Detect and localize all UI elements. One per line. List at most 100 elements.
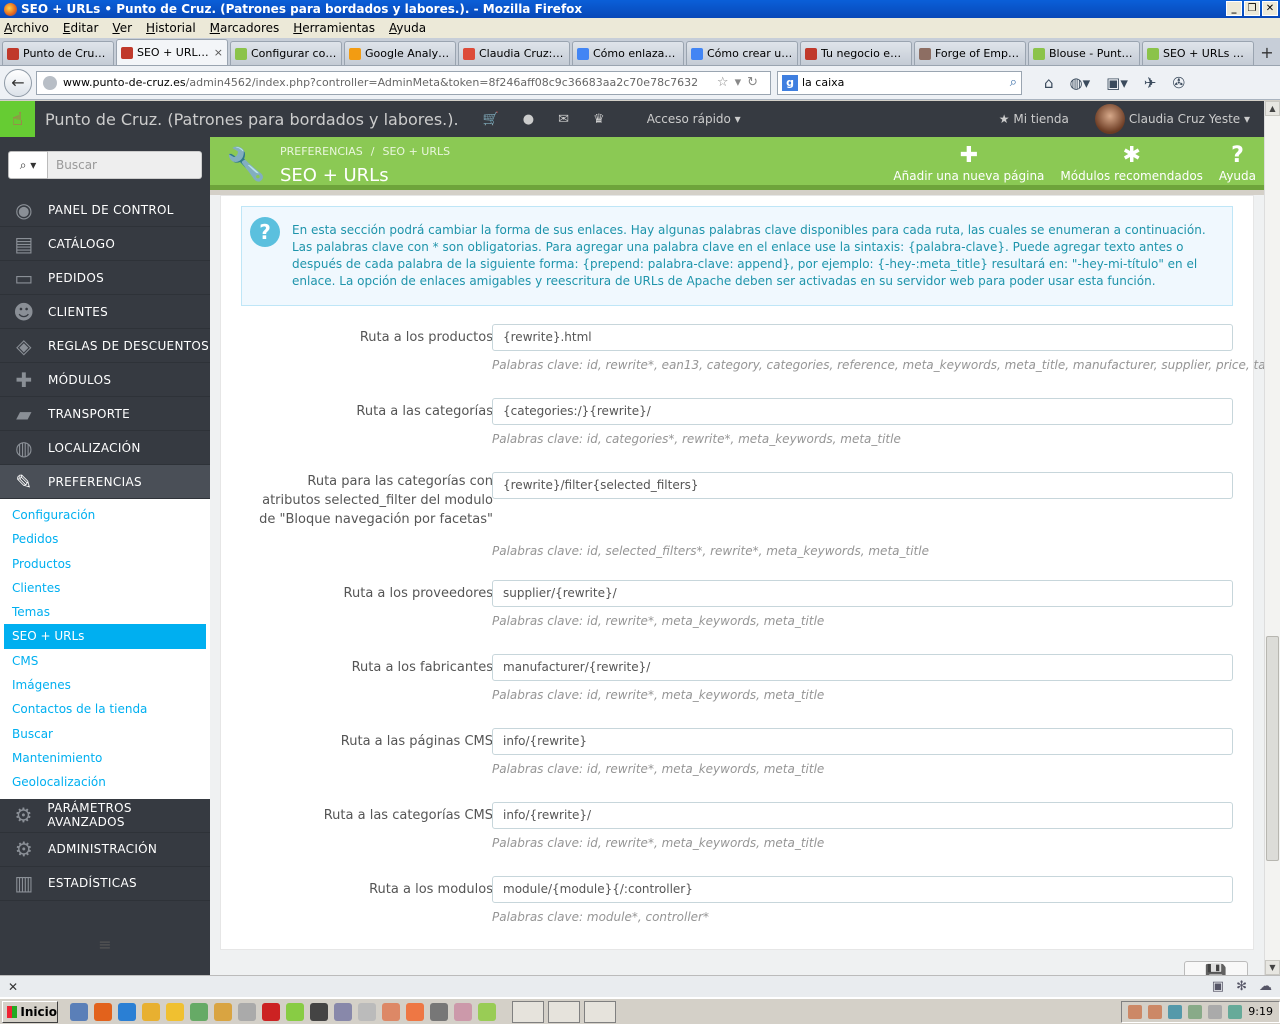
close-tab-icon[interactable]: ×: [214, 46, 223, 59]
sidebar-item[interactable]: ✚ MÓDULOS: [0, 363, 210, 397]
task-app[interactable]: [584, 1000, 616, 1023]
back-button[interactable]: ←: [4, 68, 32, 97]
page-scrollbar[interactable]: ▲ ▼: [1264, 101, 1280, 975]
sidebar-item[interactable]: ✎ PREFERENCIAS: [0, 465, 210, 499]
sidebar-item[interactable]: ⚙ PARÁMETROS AVANZADOS: [0, 799, 210, 833]
app-icon[interactable]: [190, 1002, 208, 1021]
tray-icon-2[interactable]: [1148, 1004, 1163, 1019]
avatar[interactable]: [1094, 104, 1125, 134]
submenu-item[interactable]: Productos: [4, 552, 206, 576]
submenu-item[interactable]: Clientes: [4, 576, 206, 600]
sidebar-item[interactable]: ▰ TRANSPORTE: [0, 397, 210, 431]
submenu-item[interactable]: Imágenes: [4, 673, 206, 697]
screen-icon[interactable]: ▣: [1212, 979, 1224, 994]
submenu-item[interactable]: Configuración: [4, 503, 206, 527]
submenu-item[interactable]: Mantenimiento: [4, 746, 206, 770]
cloud-icon[interactable]: ☁: [1259, 979, 1272, 994]
scroll-up-arrow-icon[interactable]: ▲: [1265, 101, 1280, 116]
sidebar-search-input[interactable]: Buscar: [48, 151, 202, 179]
trophy-icon[interactable]: ♛: [593, 112, 605, 127]
breadcrumb-preferences[interactable]: PREFERENCIAS: [280, 145, 363, 158]
sidebar-item[interactable]: ⚙ ADMINISTRACIÓN: [0, 833, 210, 867]
quick-access-dropdown[interactable]: Acceso rápido ▾: [647, 112, 741, 126]
maximize-button[interactable]: ❐: [1244, 1, 1260, 16]
menu-herramientas[interactable]: Herramientas: [293, 21, 375, 35]
xampp-icon[interactable]: [406, 1002, 424, 1021]
recommended-modules-button[interactable]: ✱ Módulos recomendados: [1052, 143, 1211, 183]
task-download[interactable]: [548, 1000, 580, 1023]
firefox-launch-icon[interactable]: [94, 1002, 112, 1021]
route-input[interactable]: info/{rewrite}/: [492, 802, 1233, 829]
pen-icon[interactable]: [334, 1002, 352, 1021]
url-bar[interactable]: www.punto-de-cruz.es /admin4562/index.ph…: [36, 70, 771, 95]
mic-icon[interactable]: [358, 1002, 376, 1021]
doc-icon[interactable]: [454, 1002, 472, 1021]
puzzle-addon-icon[interactable]: ✻: [1236, 979, 1247, 994]
filezilla-icon[interactable]: [262, 1002, 280, 1021]
tray-icon-4[interactable]: [1188, 1004, 1203, 1019]
caret-down-icon[interactable]: ▾: [1240, 112, 1250, 126]
browser-tab[interactable]: SEO + URLs ... ×: [116, 39, 228, 65]
game-icon[interactable]: [310, 1002, 328, 1021]
downloads-icon[interactable]: ▣▾: [1106, 74, 1128, 92]
route-input[interactable]: {rewrite}/filter{selected_filters}: [492, 472, 1233, 499]
tools-icon[interactable]: ✇: [1172, 74, 1185, 92]
save-button[interactable]: 💾: [1184, 961, 1248, 975]
ie-icon[interactable]: [118, 1002, 136, 1021]
browser-tab[interactable]: SEO + URLs • P...: [1142, 41, 1254, 65]
menu-historial[interactable]: Historial: [146, 21, 196, 35]
scroll-thumb[interactable]: [1266, 636, 1279, 861]
browser-tab[interactable]: Claudia Cruz: G...: [458, 41, 570, 65]
magnifier-icon[interactable]: ⌕: [1010, 75, 1017, 90]
bird-icon[interactable]: ✈: [1144, 74, 1157, 92]
menu-archivo[interactable]: Archivo: [4, 21, 49, 35]
submenu-item[interactable]: Temas: [4, 600, 206, 624]
new-tab-button[interactable]: +: [1258, 43, 1276, 65]
paint-icon[interactable]: [382, 1002, 400, 1021]
task-firefox[interactable]: [512, 1000, 544, 1023]
cart-icon[interactable]: 🛒: [483, 112, 499, 127]
google-icon[interactable]: g: [782, 74, 798, 91]
browser-tab[interactable]: Google Analytics: [344, 41, 456, 65]
android-icon[interactable]: [478, 1002, 496, 1021]
globe-app-icon[interactable]: [286, 1002, 304, 1021]
menu-editar[interactable]: Editar: [63, 21, 99, 35]
volume-icon[interactable]: [1208, 1004, 1223, 1019]
tray-icon-1[interactable]: [1128, 1004, 1143, 1019]
shop-name[interactable]: Punto de Cruz. (Patrones para bordados y…: [45, 110, 459, 129]
my-shop-link[interactable]: Mi tienda: [1013, 112, 1069, 126]
sidebar-item[interactable]: ◉ PANEL DE CONTROL: [0, 193, 210, 227]
bookmark-star-icon[interactable]: ☆▾↻: [717, 75, 764, 90]
menu-ver[interactable]: Ver: [112, 21, 132, 35]
collapse-menu-icon[interactable]: ≡: [0, 935, 210, 954]
route-input[interactable]: {categories:/}{rewrite}/: [492, 398, 1233, 425]
sidebar-item[interactable]: ▭ PEDIDOS: [0, 261, 210, 295]
chrome-icon[interactable]: [142, 1002, 160, 1021]
tool-icon[interactable]: [238, 1002, 256, 1021]
minimize-button[interactable]: _: [1226, 1, 1242, 16]
start-button[interactable]: Inicio: [2, 1000, 58, 1023]
close-addon-bar-icon[interactable]: ✕: [8, 980, 18, 994]
submenu-item[interactable]: CMS: [4, 649, 206, 673]
search-scope-button[interactable]: ⌕ ▾: [8, 151, 48, 179]
browser-tab[interactable]: Tu negocio en G...: [800, 41, 912, 65]
submenu-item[interactable]: Pedidos: [4, 527, 206, 551]
network-icon[interactable]: [1228, 1004, 1243, 1019]
browser-tab[interactable]: Forge of Empires: [914, 41, 1026, 65]
close-window-button[interactable]: ✕: [1262, 1, 1278, 16]
envelope-icon[interactable]: ✉: [558, 112, 569, 127]
sidebar-item[interactable]: ☻ CLIENTES: [0, 295, 210, 329]
tray-icon-3[interactable]: [1168, 1004, 1183, 1019]
breadcrumb-seo-urls[interactable]: SEO + URLS: [382, 145, 450, 158]
menu-ayuda[interactable]: Ayuda: [389, 21, 426, 35]
browser-tab[interactable]: Cómo crear una...: [686, 41, 798, 65]
home-icon[interactable]: ⌂: [1044, 74, 1054, 92]
route-input[interactable]: info/{rewrite}: [492, 728, 1233, 755]
help-button[interactable]: ? Ayuda: [1211, 143, 1264, 183]
route-input[interactable]: manufacturer/{rewrite}/: [492, 654, 1233, 681]
browser-tab[interactable]: Punto de Cruz, ...: [2, 41, 114, 65]
user-icon[interactable]: ●: [523, 112, 534, 127]
submenu-item[interactable]: Contactos de la tienda: [4, 697, 206, 721]
norton-icon[interactable]: [166, 1002, 184, 1021]
printer-icon[interactable]: [430, 1002, 448, 1021]
